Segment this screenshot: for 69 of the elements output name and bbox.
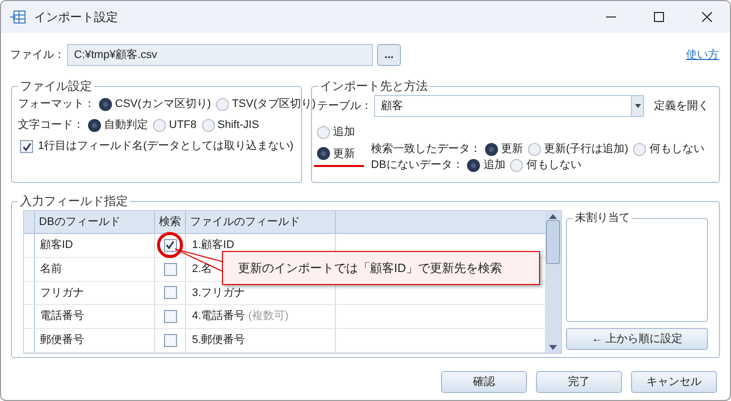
radio-label: 更新 bbox=[333, 146, 355, 162]
radio-label: 追加 bbox=[483, 158, 506, 173]
radio-label: 更新 bbox=[501, 142, 523, 157]
minimize-icon[interactable] bbox=[606, 16, 616, 18]
table-cell: 5.郵便番号 bbox=[186, 329, 336, 352]
assign-button[interactable]: ← 上から順に設定 bbox=[566, 328, 708, 350]
radio-button[interactable] bbox=[202, 119, 214, 132]
close-icon[interactable] bbox=[702, 12, 712, 22]
file-path-field[interactable]: C:¥tmp¥顧客.csv bbox=[67, 44, 373, 66]
radio-button[interactable] bbox=[528, 142, 541, 156]
radio-button[interactable] bbox=[216, 98, 229, 111]
group-title: インポート先と方法 bbox=[318, 78, 430, 94]
radio-label: TSV(タブ区切り) bbox=[232, 96, 316, 112]
radio-button[interactable] bbox=[485, 142, 498, 156]
radio-label: 追加 bbox=[333, 124, 355, 140]
checkbox[interactable] bbox=[164, 310, 176, 324]
maximize-icon[interactable] bbox=[654, 12, 664, 22]
radio-label: CSV(カンマ区切り) bbox=[115, 97, 211, 112]
radio-label: 何もしない bbox=[649, 142, 704, 157]
dropdown-arrow-icon bbox=[634, 104, 640, 108]
checkbox[interactable] bbox=[20, 140, 33, 153]
file-label: ファイル： bbox=[10, 48, 65, 63]
open-definition-link[interactable]: 定義を開く bbox=[654, 98, 709, 114]
table-cell: 郵便番号 bbox=[35, 329, 155, 352]
table-cell: 4.電話番号 (複数可) bbox=[186, 305, 336, 328]
table-dropdown[interactable]: 顧客 bbox=[374, 95, 644, 117]
leader-line bbox=[175, 248, 225, 273]
table-cell: フリガナ bbox=[35, 282, 155, 304]
table-icon bbox=[10, 10, 26, 24]
group-title: 入力フィールド指定 bbox=[18, 193, 130, 209]
radio-label: 更新(子行は追加) bbox=[544, 142, 628, 157]
radio-button[interactable] bbox=[317, 126, 330, 138]
radio-button[interactable] bbox=[153, 119, 166, 132]
checkbox[interactable] bbox=[164, 238, 176, 252]
table-cell: 顧客ID bbox=[35, 234, 155, 257]
dialog-button[interactable]: キャンセル bbox=[631, 371, 717, 393]
scroll-down-icon[interactable] bbox=[549, 345, 558, 350]
help-link[interactable]: 使い方 bbox=[686, 46, 719, 64]
radio-button[interactable] bbox=[633, 142, 646, 156]
checkbox[interactable] bbox=[164, 286, 176, 300]
unmatched-label: DBにないデータ： bbox=[371, 158, 464, 173]
table-cell: 電話番号 bbox=[35, 305, 155, 328]
radio-label: 自動判定 bbox=[104, 118, 148, 134]
column-header: ファイルのフィールド bbox=[186, 211, 336, 233]
scrollbar[interactable] bbox=[545, 211, 562, 353]
format-label: フォーマット： bbox=[18, 97, 95, 112]
checkbox-label: 1行目はフィールド名(データとしては取り込まない) bbox=[38, 139, 294, 154]
matched-label: 検索一致したデータ： bbox=[371, 142, 481, 157]
column-header: 検索 bbox=[155, 211, 186, 233]
radio-button[interactable] bbox=[467, 158, 480, 172]
radio-button[interactable] bbox=[317, 147, 330, 160]
radio-label: UTF8 bbox=[169, 118, 196, 134]
dialog-button[interactable]: 確認 bbox=[441, 371, 527, 393]
encoding-label: 文字コード： bbox=[18, 118, 84, 134]
radio-button[interactable] bbox=[510, 158, 524, 172]
radio-button[interactable] bbox=[88, 119, 101, 132]
table-cell: 名前 bbox=[35, 258, 155, 280]
browse-button[interactable]: ... bbox=[377, 44, 401, 66]
callout: 更新のインポートでは「顧客ID」で更新先を検索 bbox=[222, 251, 540, 285]
table-label: テーブル： bbox=[317, 98, 372, 114]
dialog-button[interactable]: 完了 bbox=[536, 371, 622, 393]
radio-label: Shift-JIS bbox=[218, 118, 260, 134]
column-header: DBのフィールド bbox=[35, 211, 155, 233]
window-title: インポート設定 bbox=[34, 9, 118, 26]
radio-button[interactable] bbox=[99, 98, 112, 111]
radio-label: 何もしない bbox=[526, 158, 582, 173]
checkbox[interactable] bbox=[164, 262, 176, 276]
checkbox[interactable] bbox=[164, 334, 176, 348]
group-title: ファイル設定 bbox=[18, 78, 94, 94]
